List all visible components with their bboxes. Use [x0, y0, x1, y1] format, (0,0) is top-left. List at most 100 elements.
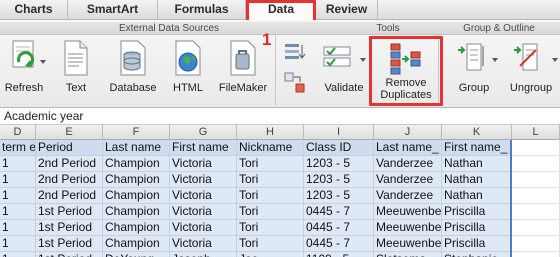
empty-cell[interactable] — [512, 252, 560, 257]
table-cell[interactable]: 1st Period — [36, 220, 103, 236]
table-cell[interactable]: 1st Period — [36, 204, 103, 220]
validate-button[interactable]: Validate — [318, 38, 370, 104]
table-cell[interactable]: Vanderzee — [374, 188, 442, 204]
header-cell[interactable]: Last name — [103, 140, 170, 156]
formula-bar[interactable]: Academic year — [0, 108, 560, 125]
table-cell[interactable]: 2nd Period — [36, 156, 103, 172]
empty-cell[interactable] — [512, 156, 560, 172]
table-cell[interactable]: Champion — [103, 220, 170, 236]
table-cell[interactable]: 1 — [0, 172, 36, 188]
empty-cell[interactable] — [512, 140, 560, 156]
table-row: 1 2nd Period Champion Victoria Tori 1203 - 5V… — [0, 156, 560, 172]
tab-formulas[interactable]: Formulas — [158, 0, 246, 20]
table-cell[interactable]: Priscilla — [442, 220, 512, 236]
tab-charts[interactable]: Charts — [0, 0, 68, 20]
table-cell[interactable]: Stephanie — [442, 252, 512, 257]
column-header[interactable]: D — [0, 125, 36, 140]
table-cell[interactable]: 1 — [0, 188, 36, 204]
table-cell[interactable]: 0445 - 7 — [304, 204, 374, 220]
table-cell[interactable]: 2nd Period — [36, 172, 103, 188]
table-row: 1 1st Period Champion Victoria Tori 0445 - 7M… — [0, 236, 560, 252]
table-cell[interactable]: Meeuwenbe — [374, 204, 442, 220]
table-cell[interactable]: DeYoung — [103, 252, 170, 257]
header-cell[interactable]: Nickname — [237, 140, 304, 156]
filemaker-icon — [230, 40, 256, 76]
header-cell[interactable]: term e — [0, 140, 36, 156]
table-cell[interactable]: Champion — [103, 188, 170, 204]
table-cell[interactable]: 1st Period — [36, 252, 103, 257]
table-cell[interactable]: Champion — [103, 172, 170, 188]
table-cell[interactable]: 1 — [0, 252, 36, 257]
table-cell[interactable]: Tori — [237, 236, 304, 252]
table-cell[interactable]: 1 — [0, 156, 36, 172]
table-cell[interactable]: 2nd Period — [36, 188, 103, 204]
table-cell[interactable]: Tori — [237, 172, 304, 188]
table-cell[interactable]: Vanderzee — [374, 156, 442, 172]
tab-smartart[interactable]: SmartArt — [68, 0, 158, 20]
table-cell[interactable]: 1 — [0, 236, 36, 252]
table-cell[interactable]: 1203 - 5 — [304, 156, 374, 172]
table-cell[interactable]: Tori — [237, 188, 304, 204]
table-cell[interactable]: Tori — [237, 220, 304, 236]
table-cell[interactable]: Victoria — [170, 188, 237, 204]
sort-icon[interactable] — [284, 42, 306, 62]
table-cell[interactable]: Slotsema — [374, 252, 442, 257]
table-cell[interactable]: Nathan — [442, 172, 512, 188]
table-cell[interactable]: Champion — [103, 236, 170, 252]
header-cell[interactable]: Period — [36, 140, 103, 156]
column-header[interactable]: H — [237, 125, 304, 140]
consolidate-icon[interactable] — [284, 72, 306, 94]
empty-cell[interactable] — [512, 188, 560, 204]
table-cell[interactable]: Priscilla — [442, 236, 512, 252]
table-cell[interactable]: Nathan — [442, 156, 512, 172]
table-cell[interactable]: Champion — [103, 156, 170, 172]
column-header[interactable]: L — [512, 125, 560, 140]
column-header[interactable]: E — [36, 125, 103, 140]
tab-review[interactable]: Review — [316, 0, 378, 20]
refresh-button[interactable]: Refresh — [2, 38, 46, 104]
empty-cell[interactable] — [512, 236, 560, 252]
ungroup-button[interactable]: Ungroup — [502, 38, 560, 104]
table-cell[interactable]: Victoria — [170, 236, 237, 252]
header-cell[interactable]: First name_ — [442, 140, 512, 156]
table-cell[interactable]: Meeuwenbe — [374, 220, 442, 236]
table-cell[interactable]: Priscilla — [442, 204, 512, 220]
table-cell[interactable]: 1 — [0, 220, 36, 236]
import-text-button[interactable]: Text — [56, 38, 96, 104]
import-database-button[interactable]: Database — [104, 38, 162, 104]
table-cell[interactable]: 0445 - 7 — [304, 220, 374, 236]
table-cell[interactable]: Meeuwenbe — [374, 236, 442, 252]
import-html-button[interactable]: HTML — [168, 38, 208, 104]
header-cell[interactable]: First name — [170, 140, 237, 156]
table-cell[interactable]: Nathan — [442, 188, 512, 204]
table-cell[interactable]: Victoria — [170, 220, 237, 236]
column-header[interactable]: I — [304, 125, 374, 140]
refresh-icon — [12, 40, 35, 68]
empty-cell[interactable] — [512, 204, 560, 220]
table-cell[interactable]: Champion — [103, 204, 170, 220]
table-cell[interactable]: 1 — [0, 204, 36, 220]
table-cell[interactable]: 1203 - 5 — [304, 188, 374, 204]
table-cell[interactable]: 1109 - 5 — [304, 252, 374, 257]
table-cell[interactable]: Victoria — [170, 156, 237, 172]
table-cell[interactable]: Joseph — [170, 252, 237, 257]
group-button[interactable]: Group — [448, 38, 500, 104]
table-cell[interactable]: Tori — [237, 204, 304, 220]
empty-cell[interactable] — [512, 220, 560, 236]
column-header[interactable]: K — [442, 125, 512, 140]
header-cell[interactable]: Last name_ — [374, 140, 442, 156]
table-cell[interactable]: Victoria — [170, 172, 237, 188]
table-cell[interactable]: Tori — [237, 156, 304, 172]
table-cell[interactable]: 0445 - 7 — [304, 236, 374, 252]
empty-cell[interactable] — [512, 172, 560, 188]
table-cell[interactable]: 1203 - 5 — [304, 172, 374, 188]
table-cell[interactable]: Vanderzee — [374, 172, 442, 188]
table-cell[interactable]: Victoria — [170, 204, 237, 220]
column-header[interactable]: J — [374, 125, 442, 140]
column-header[interactable]: F — [103, 125, 170, 140]
header-cell[interactable]: Class ID — [304, 140, 374, 156]
table-cell[interactable]: Joe — [237, 252, 304, 257]
html-globe-icon — [175, 40, 201, 76]
table-cell[interactable]: 1st Period — [36, 236, 103, 252]
column-header[interactable]: G — [170, 125, 237, 140]
